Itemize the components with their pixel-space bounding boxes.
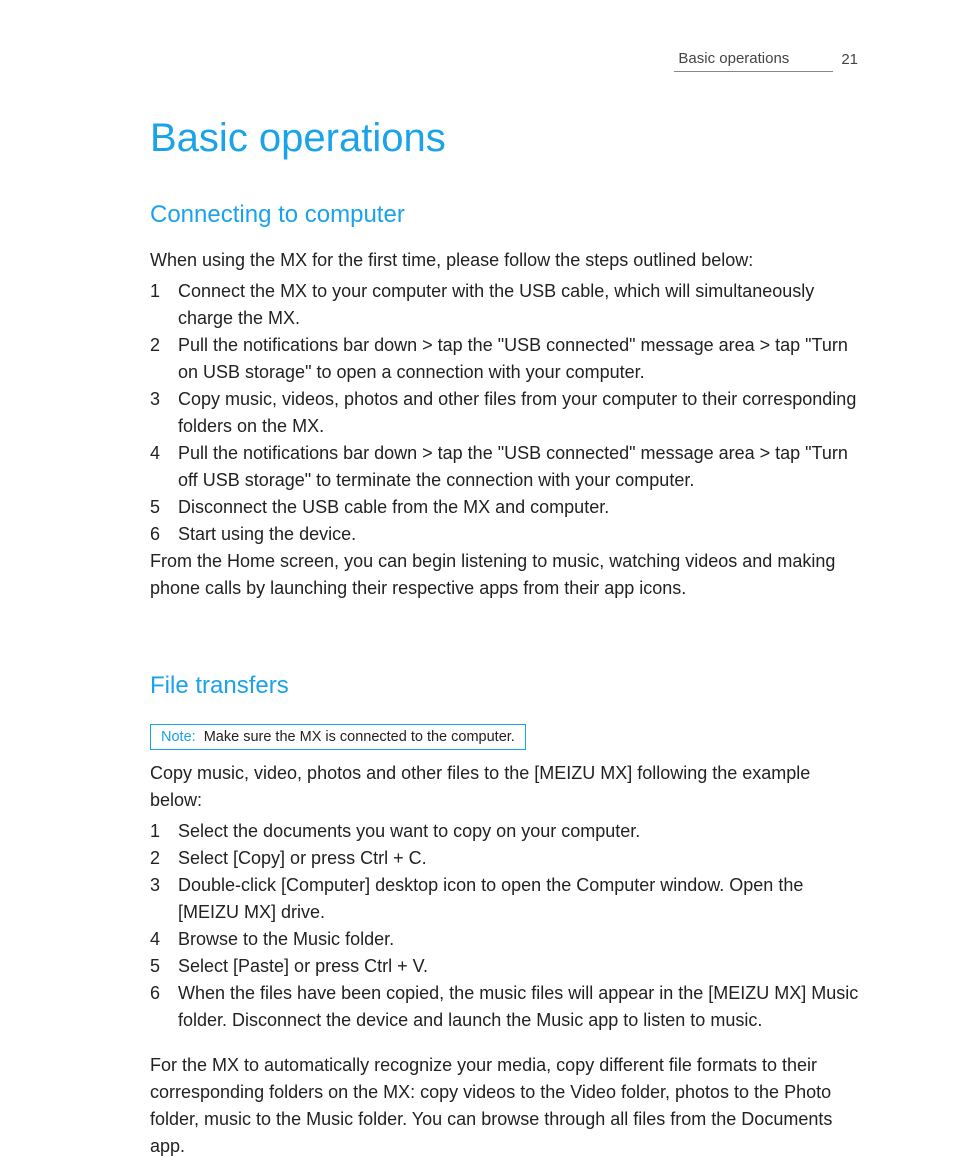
section2-intro: Copy music, video, photos and other file… — [150, 760, 864, 814]
list-item: 5Select [Paste] or press Ctrl + V. — [150, 953, 864, 980]
running-header-title: Basic operations — [674, 50, 793, 72]
list-item: 1Select the documents you want to copy o… — [150, 818, 864, 845]
list-item: 4Browse to the Music folder. — [150, 926, 864, 953]
running-header-rule — [793, 56, 833, 72]
running-header: Basic operations 21 — [150, 50, 864, 76]
list-item: 5Disconnect the USB cable from the MX an… — [150, 494, 864, 521]
section1-intro: When using the MX for the first time, pl… — [150, 247, 864, 274]
document-page: Basic operations 21 Basic operations Con… — [0, 0, 954, 1167]
section-heading-file-transfers: File transfers — [150, 672, 864, 700]
page-title: Basic operations — [150, 116, 864, 161]
section1-steps: 1Connect the MX to your computer with th… — [150, 278, 864, 548]
list-item: 3Copy music, videos, photos and other fi… — [150, 386, 864, 440]
note-box: Note: Make sure the MX is connected to t… — [150, 724, 526, 750]
running-header-page-number: 21 — [833, 51, 864, 72]
list-item: 2Select [Copy] or press Ctrl + C. — [150, 845, 864, 872]
list-item: 6When the files have been copied, the mu… — [150, 980, 864, 1034]
list-item: 3Double-click [Computer] desktop icon to… — [150, 872, 864, 926]
note-text: Make sure the MX is connected to the com… — [204, 729, 515, 745]
note-label: Note: — [161, 729, 196, 745]
list-item: 2Pull the notifications bar down > tap t… — [150, 332, 864, 386]
section1-outro: From the Home screen, you can begin list… — [150, 548, 864, 602]
list-item: 1Connect the MX to your computer with th… — [150, 278, 864, 332]
section-heading-connecting: Connecting to computer — [150, 201, 864, 229]
section2-outro: For the MX to automatically recognize yo… — [150, 1052, 864, 1160]
list-item: 6Start using the device. — [150, 521, 864, 548]
list-item: 4Pull the notifications bar down > tap t… — [150, 440, 864, 494]
section2-steps: 1Select the documents you want to copy o… — [150, 818, 864, 1034]
